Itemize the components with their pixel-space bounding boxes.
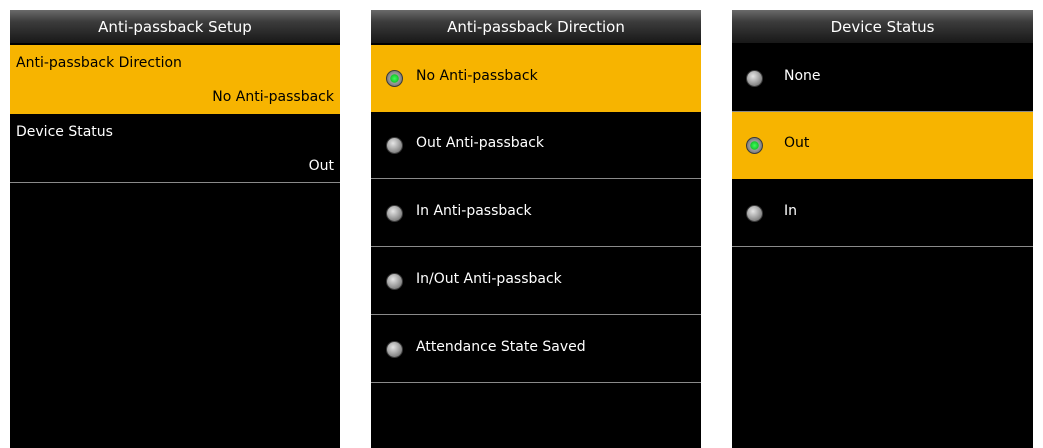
anti-passback-direction-screen: Anti-passback Direction No Anti-passback… xyxy=(371,10,701,448)
option-label: In Anti-passback xyxy=(416,203,532,219)
radio-unchecked-icon xyxy=(746,70,763,87)
option-out[interactable]: Out xyxy=(732,112,1033,179)
option-label: No Anti-passback xyxy=(416,68,538,84)
option-none[interactable]: None xyxy=(732,45,1033,112)
radio-unchecked-icon xyxy=(386,205,403,222)
anti-passback-direction-value: No Anti-passback xyxy=(212,89,334,105)
device-status-item[interactable]: Device Status Out xyxy=(10,114,340,183)
option-label: In/Out Anti-passback xyxy=(416,271,562,287)
anti-passback-direction-label: Anti-passback Direction xyxy=(16,55,182,71)
radio-unchecked-icon xyxy=(386,273,403,290)
device-status-label: Device Status xyxy=(16,124,113,140)
radio-unchecked-icon xyxy=(746,205,763,222)
direction-title: Anti-passback Direction xyxy=(371,10,701,44)
option-in-anti-passback[interactable]: In Anti-passback xyxy=(371,180,701,247)
option-in-out-anti-passback[interactable]: In/Out Anti-passback xyxy=(371,248,701,315)
device-status-value: Out xyxy=(308,158,334,174)
radio-unchecked-icon xyxy=(386,341,403,358)
device-status-screen: Device Status None Out In xyxy=(732,10,1033,448)
option-label: None xyxy=(784,68,821,84)
option-label: In xyxy=(784,203,798,219)
option-out-anti-passback[interactable]: Out Anti-passback xyxy=(371,112,701,179)
option-in[interactable]: In xyxy=(732,180,1033,247)
radio-unchecked-icon xyxy=(386,137,403,154)
anti-passback-direction-item[interactable]: Anti-passback Direction No Anti-passback xyxy=(10,45,340,114)
option-label: Out Anti-passback xyxy=(416,135,545,151)
option-label: Attendance State Saved xyxy=(416,339,586,355)
option-label: Out xyxy=(784,135,810,151)
setup-title: Anti-passback Setup xyxy=(10,10,340,44)
option-attendance-state-saved[interactable]: Attendance State Saved xyxy=(371,316,701,383)
radio-checked-icon xyxy=(746,137,763,154)
radio-checked-icon xyxy=(386,70,403,87)
status-title: Device Status xyxy=(732,10,1033,44)
anti-passback-setup-screen: Anti-passback Setup Anti-passback Direct… xyxy=(10,10,340,448)
option-no-anti-passback[interactable]: No Anti-passback xyxy=(371,45,701,112)
